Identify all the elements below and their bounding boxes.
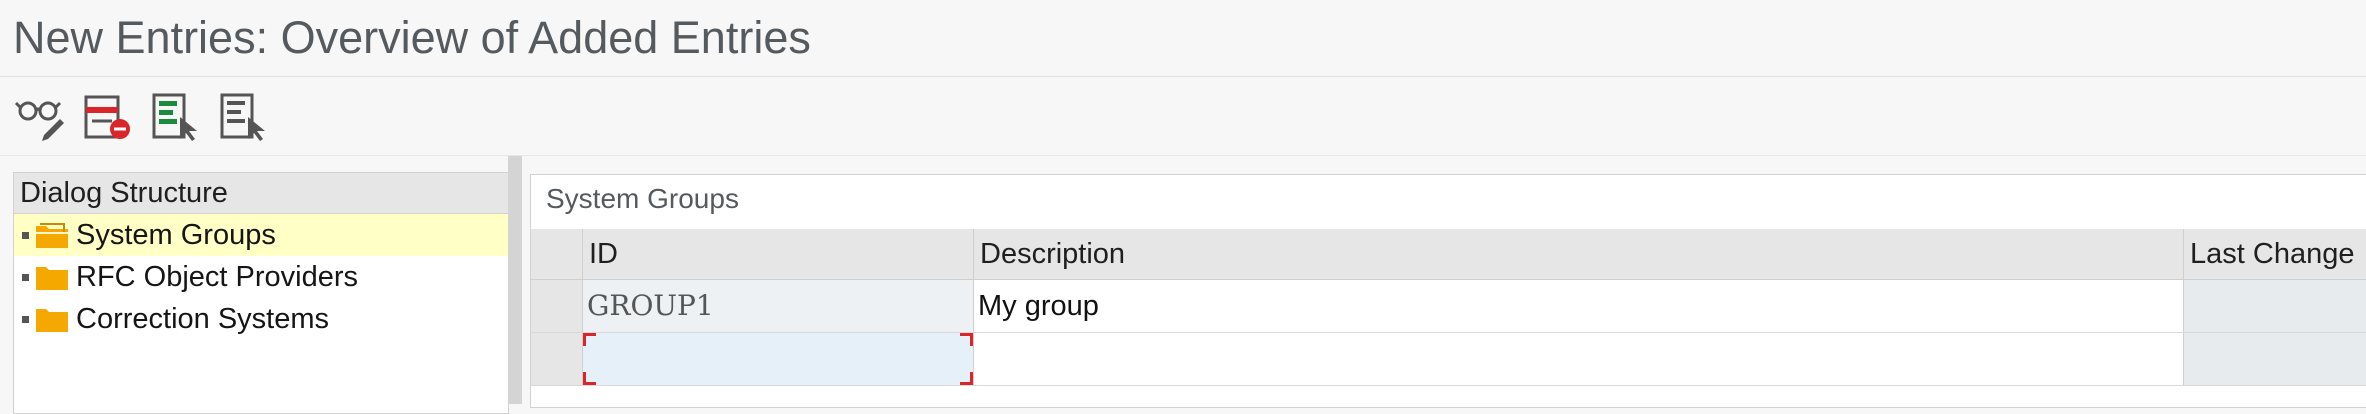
delete-entry-icon [84,95,130,139]
table-row: GROUP1 My group [531,280,2366,333]
column-header-description[interactable]: Description [974,229,2184,279]
tree-item-label: System Groups [76,219,276,251]
row-selector[interactable] [531,333,583,385]
folder-icon [34,262,70,292]
tree-item-label: RFC Object Providers [76,261,359,293]
dialog-structure-tree: Dialog Structure System Groups RFC Objec… [13,172,509,414]
page-title: New Entries: Overview of Added Entries [13,12,811,63]
toolbar [0,77,2366,156]
id-input[interactable] [583,333,973,385]
table-row [531,333,2366,386]
open-folder-icon [34,220,70,250]
select-all-button[interactable] [150,91,202,143]
system-groups-panel: System Groups ID Description Last Change… [522,156,2366,408]
title-bar: New Entries: Overview of Added Entries [0,0,2366,77]
id-input-cell [583,333,974,385]
dialog-structure-title: Dialog Structure [14,173,508,214]
select-all-icon [152,93,197,141]
last-change-cell [2184,333,2366,385]
folder-icon [34,304,70,334]
select-block-icon [220,93,265,141]
tree-item-correction-systems[interactable]: Correction Systems [14,298,508,340]
tree-bullet-icon [22,274,29,281]
delete-button[interactable] [82,91,134,143]
select-all-rows-cell[interactable] [531,229,583,279]
system-groups-table: ID Description Last Change GROUP1 My gro… [531,229,2366,386]
tree-item-label: Correction Systems [76,303,330,335]
description-input-cell[interactable] [974,333,2184,385]
dialog-structure-panel: Dialog Structure System Groups RFC Objec… [0,156,509,414]
column-header-id[interactable]: ID [583,229,974,279]
id-cell: GROUP1 [583,280,974,332]
tree-bullet-icon [22,232,29,239]
system-groups-title: System Groups [546,183,739,214]
select-block-button[interactable] [218,91,270,143]
display-change-button[interactable] [14,91,66,143]
tree-item-rfc-object-providers[interactable]: RFC Object Providers [14,256,508,298]
system-groups-box: System Groups ID Description Last Change… [530,174,2366,408]
description-cell[interactable]: My group [974,280,2184,332]
column-header-last-change[interactable]: Last Change [2184,229,2366,279]
tree-item-system-groups[interactable]: System Groups [14,214,508,256]
tree-bullet-icon [22,316,29,323]
last-change-cell [2184,280,2366,332]
row-selector[interactable] [531,280,583,332]
display-change-icon [14,101,64,141]
panel-splitter[interactable] [508,156,522,404]
table-header-row: ID Description Last Change [531,229,2366,280]
